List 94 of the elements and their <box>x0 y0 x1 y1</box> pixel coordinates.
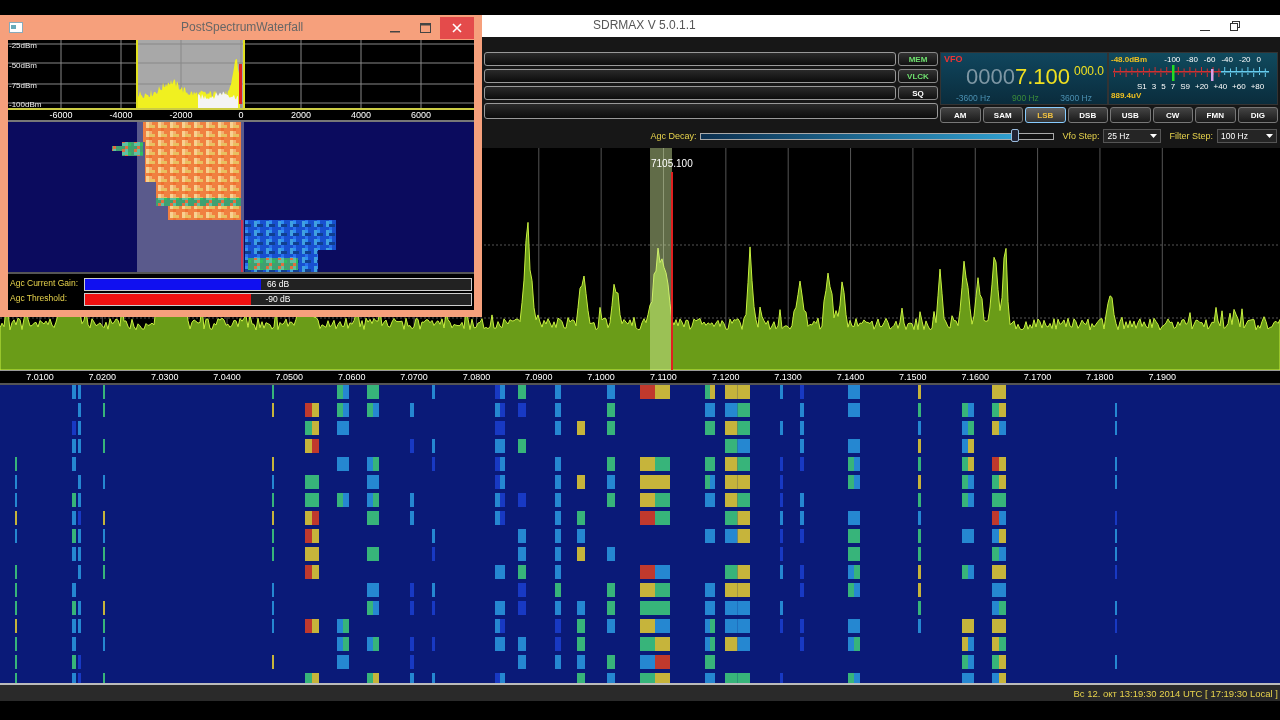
frequency-label: 7.1600 <box>960 372 990 382</box>
frequency-label: 7.0200 <box>87 372 118 382</box>
slider-thumb[interactable] <box>1010 128 1019 142</box>
toggle-button[interactable]: VLCK <box>898 69 938 83</box>
frequency-label: 7.1400 <box>835 372 866 382</box>
db-label: -75dBm <box>9 81 37 90</box>
hz-label: 0 <box>237 110 245 120</box>
signal-reading: -48.0dBm <box>1111 55 1147 64</box>
frequency-label: 7.0300 <box>149 372 180 382</box>
close-button[interactable] <box>440 16 474 39</box>
scale-label: -40 <box>1221 55 1233 64</box>
scale-label: +60 <box>1232 81 1246 91</box>
agc-gain-reading: 66 dB <box>265 279 291 290</box>
hz-label: -2000 <box>168 110 194 120</box>
frequency-label: 7.0100 <box>25 372 55 382</box>
agc-threshold-label: Agc Threshold: <box>10 293 68 305</box>
voltage-reading: 889.4uV <box>1111 91 1143 100</box>
hz-label: 2000 <box>290 110 312 120</box>
mode-button[interactable]: CW <box>1152 107 1193 123</box>
scale-label: +80 <box>1250 81 1265 91</box>
vfo-step-dropdown[interactable]: 25 Hz <box>1103 129 1162 143</box>
scale-label: +20 <box>1194 81 1209 91</box>
frequency-label: 7.1700 <box>1022 372 1053 382</box>
frequency-label: 7.1000 <box>586 372 616 382</box>
frequency-label: 7.0900 <box>523 372 554 382</box>
db-label: -50dBm <box>9 61 37 70</box>
fine-frequency: 000.0 <box>1073 64 1104 78</box>
mode-button[interactable]: SAM <box>982 107 1023 123</box>
mode-button[interactable]: DIG <box>1237 107 1278 123</box>
mode-button[interactable]: FMN <box>1195 107 1236 123</box>
agc-decay-slider[interactable] <box>700 132 1055 140</box>
filter-center: 900 Hz <box>1011 93 1039 103</box>
filter-step-dropdown[interactable]: 100 Hz <box>1217 129 1277 143</box>
hz-label: 4000 <box>350 110 372 120</box>
scale-label: 3 <box>1151 81 1157 91</box>
frequency-label: 7.0700 <box>399 372 429 382</box>
marker-label: 7105.100 <box>651 158 693 169</box>
toggle-button[interactable]: SQ <box>898 86 938 100</box>
filter-step-label: Filter Step: <box>1169 131 1213 141</box>
agc-threshold-reading: -90 dB <box>264 294 292 305</box>
restore-icon <box>1230 21 1240 31</box>
vfo-step-label: Vfo Step: <box>1062 131 1100 141</box>
mode-button[interactable]: DSB <box>1067 107 1108 123</box>
agc-gain-label: Agc Current Gain: <box>10 278 80 290</box>
signal-needle <box>1172 65 1175 81</box>
scale-label: +40 <box>1213 81 1228 91</box>
db-label: -25dBm <box>9 41 37 50</box>
frequency-readout: 00007.100 <box>965 64 1070 90</box>
agc-decay-label: Agc Decay: <box>650 131 697 141</box>
window-title: PostSpectrumWaterfall <box>181 20 304 34</box>
toggle-button[interactable]: MEM <box>898 52 938 66</box>
scale-label: S1 <box>1137 81 1147 91</box>
scale-label: -80 <box>1186 55 1198 64</box>
vfo-label: VFO <box>944 54 963 64</box>
status-text: Вс 12. окт 13:19:30 2014 UTC [ 17:19:30 Local ] <box>1073 687 1278 699</box>
minimize-icon <box>1200 29 1210 31</box>
scale-label: 0 <box>1256 55 1261 64</box>
frequency-label: 7.0800 <box>461 372 492 382</box>
close-icon <box>452 22 462 33</box>
frequency-label: 7.1500 <box>898 372 928 382</box>
frequency-label: 7.1800 <box>1085 372 1115 382</box>
maximize-icon <box>419 22 431 33</box>
frequency-label: 7.0600 <box>336 372 367 382</box>
hz-label: -6000 <box>48 110 74 120</box>
scale-label: 5 <box>1161 81 1166 91</box>
scale-label: -20 <box>1239 55 1251 64</box>
minimize-icon <box>390 30 400 33</box>
frequency-label: 7.1300 <box>773 372 803 382</box>
frequency-label: 7.1200 <box>711 372 741 382</box>
mode-button[interactable]: USB <box>1110 107 1151 123</box>
frequency-label: 7.0500 <box>274 372 305 382</box>
hz-label: 6000 <box>410 110 432 120</box>
frequency-label: 7.1100 <box>649 372 678 382</box>
frequency-label: 7.0400 <box>212 372 242 382</box>
mode-button[interactable]: AM <box>940 107 981 123</box>
peak-needle <box>1211 69 1214 81</box>
mode-button[interactable]: LSB <box>1025 107 1066 123</box>
window-title: SDRMAX V 5.0.1.1 <box>593 18 696 32</box>
tuning-line <box>239 64 242 104</box>
band-edge <box>243 40 245 108</box>
frequency-label: 7.1900 <box>1147 372 1177 382</box>
scale-label: -100 <box>1164 55 1181 64</box>
caret-icon <box>1150 134 1158 138</box>
scale-label: 7 <box>1170 81 1176 91</box>
app-icon <box>9 22 23 33</box>
band-edge <box>136 40 138 108</box>
noise-floor <box>198 91 238 108</box>
hz-label: -4000 <box>108 110 134 120</box>
filter-high: 3600 Hz <box>1060 93 1092 103</box>
scale-label: -60 <box>1203 55 1216 64</box>
filter-low: -3600 Hz <box>956 93 991 103</box>
db-label: -100dBm <box>9 100 42 108</box>
caret-icon <box>1266 134 1273 138</box>
scale-label: S9 <box>1180 81 1190 91</box>
